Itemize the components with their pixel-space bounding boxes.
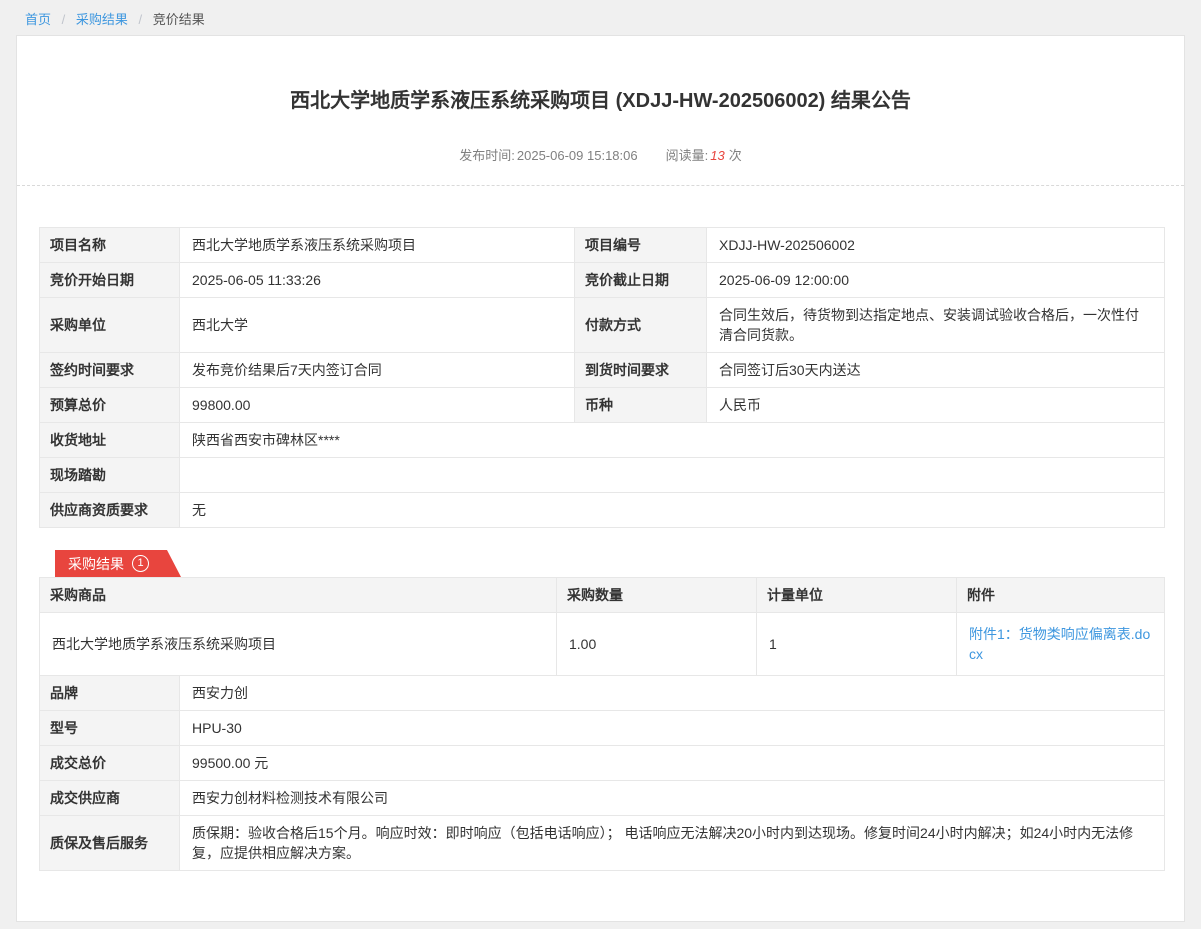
table-row: 现场踏勘 <box>40 458 1165 493</box>
value-project-number: XDJJ-HW-202506002 <box>707 228 1165 263</box>
product-unit: 1 <box>757 613 957 676</box>
page-title: 西北大学地质学系液压系统采购项目 (XDJJ-HW-202506002) 结果公… <box>57 86 1144 116</box>
value-deal-price: 99500.00 元 <box>180 746 1165 781</box>
header-unit: 计量单位 <box>757 578 957 613</box>
label-signing-time: 签约时间要求 <box>40 353 180 388</box>
header-product: 采购商品 <box>40 578 557 613</box>
label-winning-supplier: 成交供应商 <box>40 781 180 816</box>
value-payment-method: 合同生效后，待货物到达指定地点、安装调试验收合格后，一次性付清合同货款。 <box>707 298 1165 353</box>
label-deal-price: 成交总价 <box>40 746 180 781</box>
value-delivery-address: 陕西省西安市碑林区**** <box>180 423 1165 458</box>
label-currency: 币种 <box>575 388 707 423</box>
value-bid-deadline: 2025-06-09 12:00:00 <box>707 263 1165 298</box>
read-count-label: 阅读量: <box>666 148 709 163</box>
label-site-survey: 现场踏勘 <box>40 458 180 493</box>
value-purchasing-unit: 西北大学 <box>180 298 575 353</box>
product-quantity: 1.00 <box>557 613 757 676</box>
table-row: 收货地址 陕西省西安市碑林区**** <box>40 423 1165 458</box>
product-attachment-cell: 附件1：货物类响应偏离表.docx <box>957 613 1165 676</box>
value-brand: 西安力创 <box>180 676 1165 711</box>
table-row: 预算总价 99800.00 币种 人民币 <box>40 388 1165 423</box>
value-supplier-qualification: 无 <box>180 493 1165 528</box>
value-model: HPU-30 <box>180 711 1165 746</box>
value-warranty-service: 质保期：验收合格后15个月。响应时效：即时响应（包括电话响应）； 电话响应无法解… <box>180 816 1165 871</box>
breadcrumb-separator: / <box>62 12 66 27</box>
label-purchasing-unit: 采购单位 <box>40 298 180 353</box>
result-table: 采购商品 采购数量 计量单位 附件 西北大学地质学系液压系统采购项目 1.00 … <box>39 577 1165 871</box>
publish-time-value: 2025-06-09 15:18:06 <box>517 148 638 163</box>
announcement-card: 西北大学地质学系液压系统采购项目 (XDJJ-HW-202506002) 结果公… <box>16 35 1185 922</box>
table-row: 项目名称 西北大学地质学系液压系统采购项目 项目编号 XDJJ-HW-20250… <box>40 228 1165 263</box>
header-attachment: 附件 <box>957 578 1165 613</box>
label-budget-total: 预算总价 <box>40 388 180 423</box>
result-badge-label: 采购结果 <box>68 554 124 574</box>
table-row: 采购单位 西北大学 付款方式 合同生效后，待货物到达指定地点、安装调试验收合格后… <box>40 298 1165 353</box>
read-count: 阅读量:13 次 <box>666 148 742 163</box>
table-row: 型号 HPU-30 <box>40 711 1165 746</box>
value-site-survey <box>180 458 1165 493</box>
value-delivery-time: 合同签订后30天内送达 <box>707 353 1165 388</box>
header-quantity: 采购数量 <box>557 578 757 613</box>
label-payment-method: 付款方式 <box>575 298 707 353</box>
table-row: 竞价开始日期 2025-06-05 11:33:26 竞价截止日期 2025-0… <box>40 263 1165 298</box>
value-signing-time: 发布竞价结果后7天内签订合同 <box>180 353 575 388</box>
table-row: 成交总价 99500.00 元 <box>40 746 1165 781</box>
value-currency: 人民币 <box>707 388 1165 423</box>
read-count-unit: 次 <box>729 148 742 163</box>
product-name: 西北大学地质学系液压系统采购项目 <box>40 613 557 676</box>
label-brand: 品牌 <box>40 676 180 711</box>
label-project-name: 项目名称 <box>40 228 180 263</box>
table-row: 供应商资质要求 无 <box>40 493 1165 528</box>
breadcrumb-separator: / <box>139 12 143 27</box>
label-delivery-time: 到货时间要求 <box>575 353 707 388</box>
label-warranty-service: 质保及售后服务 <box>40 816 180 871</box>
publish-meta: 发布时间:2025-06-09 15:18:06 阅读量:13 次 <box>17 146 1184 166</box>
value-budget-total: 99800.00 <box>180 388 575 423</box>
breadcrumb-current: 竞价结果 <box>153 12 205 27</box>
label-delivery-address: 收货地址 <box>40 423 180 458</box>
result-badge-count: 1 <box>132 555 149 572</box>
table-row: 品牌 西安力创 <box>40 676 1165 711</box>
divider <box>17 185 1184 186</box>
label-model: 型号 <box>40 711 180 746</box>
breadcrumb: 首页 / 采购结果 / 竞价结果 <box>0 0 1201 35</box>
read-count-value: 13 <box>710 148 724 163</box>
product-row: 西北大学地质学系液压系统采购项目 1.00 1 附件1：货物类响应偏离表.doc… <box>40 613 1165 676</box>
project-info-table: 项目名称 西北大学地质学系液压系统采购项目 项目编号 XDJJ-HW-20250… <box>39 227 1165 528</box>
page: 首页 / 采购结果 / 竞价结果 西北大学地质学系液压系统采购项目 (XDJJ-… <box>0 0 1201 929</box>
label-bid-deadline: 竞价截止日期 <box>575 263 707 298</box>
table-row: 签约时间要求 发布竞价结果后7天内签订合同 到货时间要求 合同签订后30天内送达 <box>40 353 1165 388</box>
table-row: 成交供应商 西安力创材料检测技术有限公司 <box>40 781 1165 816</box>
table-row: 质保及售后服务 质保期：验收合格后15个月。响应时效：即时响应（包括电话响应）；… <box>40 816 1165 871</box>
result-badge: 采购结果 1 <box>55 550 181 577</box>
publish-time-label: 发布时间: <box>459 148 515 163</box>
label-project-number: 项目编号 <box>575 228 707 263</box>
label-bid-start-date: 竞价开始日期 <box>40 263 180 298</box>
value-winning-supplier: 西安力创材料检测技术有限公司 <box>180 781 1165 816</box>
breadcrumb-home-link[interactable]: 首页 <box>25 12 51 27</box>
breadcrumb-procurement-results-link[interactable]: 采购结果 <box>76 12 128 27</box>
result-table-header-row: 采购商品 采购数量 计量单位 附件 <box>40 578 1165 613</box>
value-project-name: 西北大学地质学系液压系统采购项目 <box>180 228 575 263</box>
attachment-link[interactable]: 附件1：货物类响应偏离表.docx <box>969 626 1150 662</box>
value-bid-start-date: 2025-06-05 11:33:26 <box>180 263 575 298</box>
publish-time: 发布时间:2025-06-09 15:18:06 <box>459 148 637 163</box>
label-supplier-qualification: 供应商资质要求 <box>40 493 180 528</box>
